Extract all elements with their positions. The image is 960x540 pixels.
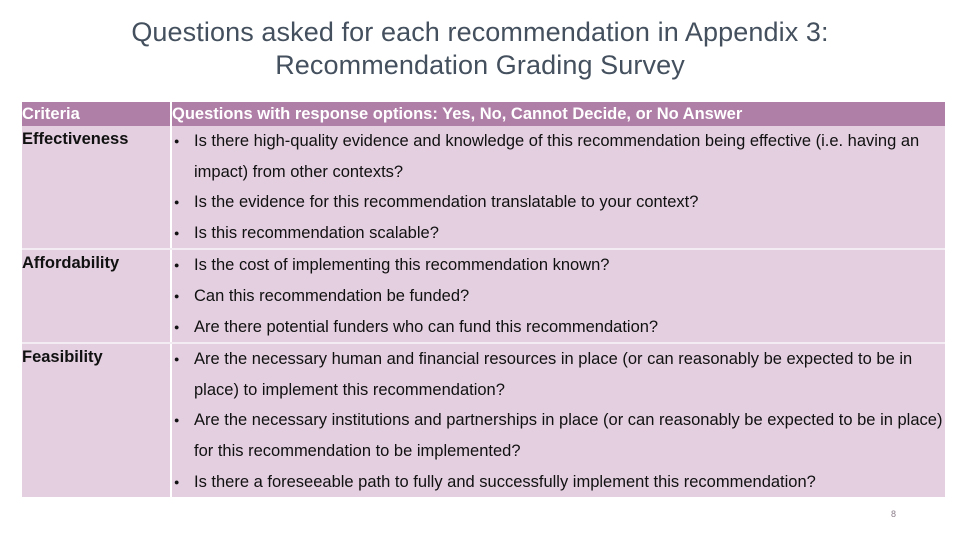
page-title-line-2: Recommendation Grading Survey	[275, 50, 685, 80]
question-item: Are the necessary institutions and partn…	[172, 405, 945, 466]
criteria-cell: Affordability	[22, 249, 172, 345]
column-header-questions: Questions with response options: Yes, No…	[171, 102, 945, 126]
question-item: Is the evidence for this recommendation …	[172, 187, 945, 218]
column-header-criteria: Criteria	[22, 102, 172, 126]
question-item: Are the necessary human and financial re…	[172, 344, 945, 405]
page-title-line-1: Questions asked for each recommendation …	[131, 17, 829, 47]
table-body: EffectivenessIs there high-quality evide…	[22, 126, 945, 498]
question-item: Is there a foreseeable path to fully and…	[172, 467, 945, 498]
recommendation-grading-survey-table: Criteria Questions with response options…	[22, 102, 945, 498]
question-item: Can this recommendation be funded?	[172, 281, 945, 312]
slide-canvas: Questions asked for each recommendation …	[0, 0, 960, 540]
page-title: Questions asked for each recommendation …	[40, 16, 920, 82]
question-list: Are the necessary human and financial re…	[172, 344, 945, 497]
criteria-cell: Feasibility	[22, 343, 172, 498]
question-item: Is there high-quality evidence and knowl…	[172, 126, 945, 187]
question-item: Is this recommendation scalable?	[172, 218, 945, 249]
questions-cell: Is the cost of implementing this recomme…	[171, 249, 945, 345]
question-list: Is the cost of implementing this recomme…	[172, 250, 945, 342]
criteria-cell: Effectiveness	[22, 126, 172, 251]
question-item: Are there potential funders who can fund…	[172, 312, 945, 343]
question-list: Is there high-quality evidence and knowl…	[172, 126, 945, 248]
table-header-row: Criteria Questions with response options…	[22, 102, 945, 126]
table-row: AffordabilityIs the cost of implementing…	[22, 249, 945, 345]
questions-cell: Is there high-quality evidence and knowl…	[171, 126, 945, 251]
table-row: FeasibilityAre the necessary human and f…	[22, 343, 945, 498]
table-row: EffectivenessIs there high-quality evide…	[22, 126, 945, 251]
page-number: 8	[890, 509, 896, 519]
questions-cell: Are the necessary human and financial re…	[171, 343, 945, 498]
question-item: Is the cost of implementing this recomme…	[172, 250, 945, 281]
